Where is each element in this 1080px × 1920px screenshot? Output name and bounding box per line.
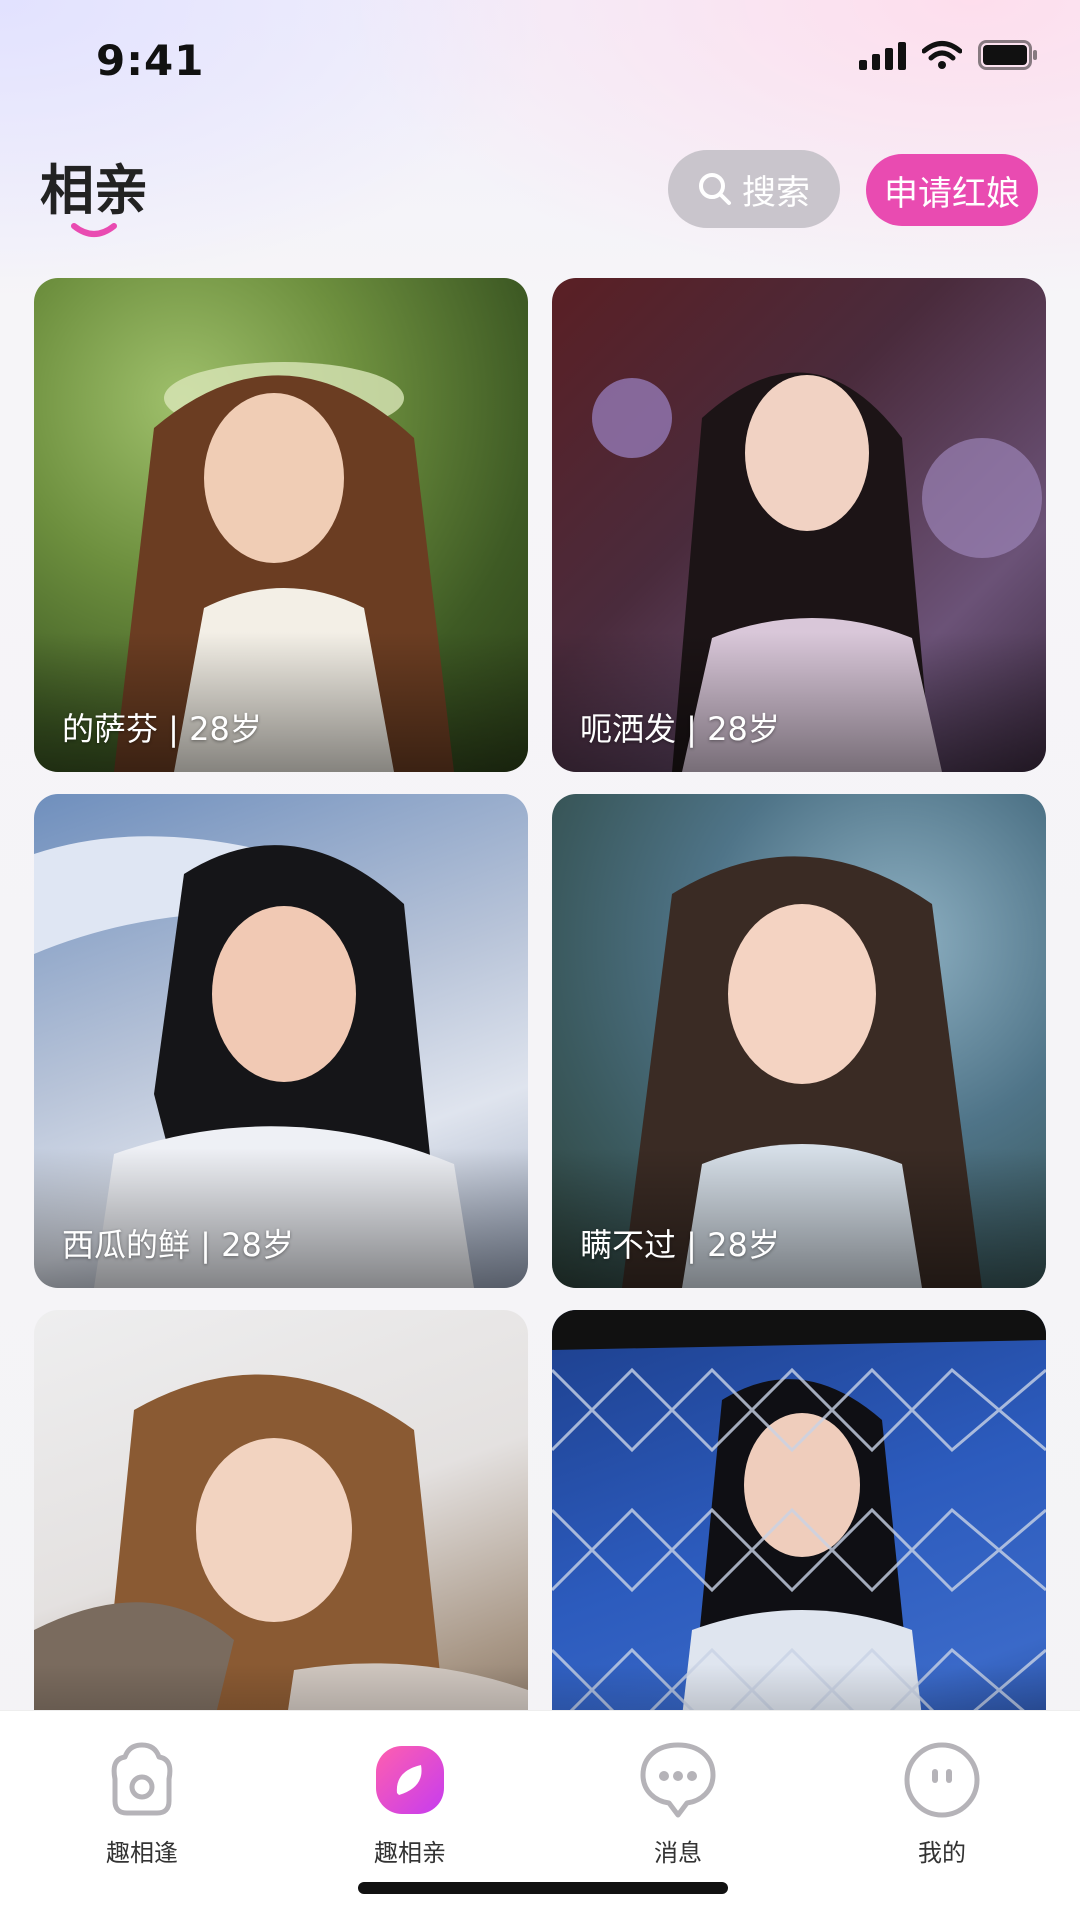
profile-name-age: 的萨芬 | 28岁 (62, 710, 262, 748)
tab-label: 趣相亲 (374, 1839, 446, 1867)
search-button-label: 搜索 (742, 172, 810, 213)
profile-card[interactable]: 西瓜的鲜 | 28岁 (34, 794, 528, 1288)
profile-name-age: 瞒不过 | 28岁 (580, 1226, 780, 1264)
home-icon (101, 1739, 183, 1821)
tab-label: 我的 (918, 1839, 966, 1867)
header: 相亲 搜索 申请红娘 (0, 140, 1080, 250)
tab-qu-xiang-feng[interactable]: 趣相逢 (52, 1739, 232, 1879)
card-shade (34, 632, 528, 772)
status-time: 9:41 (96, 36, 205, 85)
status-bar: 9:41 (0, 0, 1080, 120)
profile-card[interactable]: 的萨芬 | 28岁 (34, 278, 528, 772)
tab-qu-xiang-qin[interactable]: 趣相亲 (320, 1739, 500, 1879)
page-title: 相亲 (40, 159, 148, 222)
wifi-icon (922, 40, 962, 70)
card-shade (552, 632, 1046, 772)
profile-name-age: 西瓜的鲜 | 28岁 (62, 1226, 294, 1264)
status-icons (859, 40, 1038, 70)
profile-name-age: 呃洒发 | 28岁 (580, 710, 780, 748)
card-shade (552, 1148, 1046, 1288)
battery-icon (978, 40, 1038, 70)
tab-label: 消息 (654, 1839, 702, 1867)
search-button[interactable]: 搜索 (668, 150, 840, 228)
profile-card[interactable]: 瞒不过 | 28岁 (552, 794, 1046, 1288)
heart-badge-icon (369, 1739, 451, 1821)
signal-icon (859, 40, 906, 70)
profile-icon (901, 1739, 983, 1821)
search-icon (699, 173, 731, 205)
profile-card[interactable]: 呃洒发 | 28岁 (552, 278, 1046, 772)
message-icon (637, 1739, 719, 1821)
tab-messages[interactable]: 消息 (588, 1739, 768, 1879)
screen: 9:41 相亲 搜索 申请红娘 的萨芬 | 28岁 呃洒发 | 28岁 西瓜的鲜… (0, 0, 1080, 1920)
card-shade (34, 1148, 528, 1288)
title-underline (71, 223, 117, 237)
tab-profile[interactable]: 我的 (852, 1739, 1032, 1879)
home-indicator[interactable] (358, 1882, 728, 1894)
apply-matchmaker-button[interactable]: 申请红娘 (866, 154, 1038, 226)
tab-label: 趣相逢 (106, 1839, 178, 1867)
